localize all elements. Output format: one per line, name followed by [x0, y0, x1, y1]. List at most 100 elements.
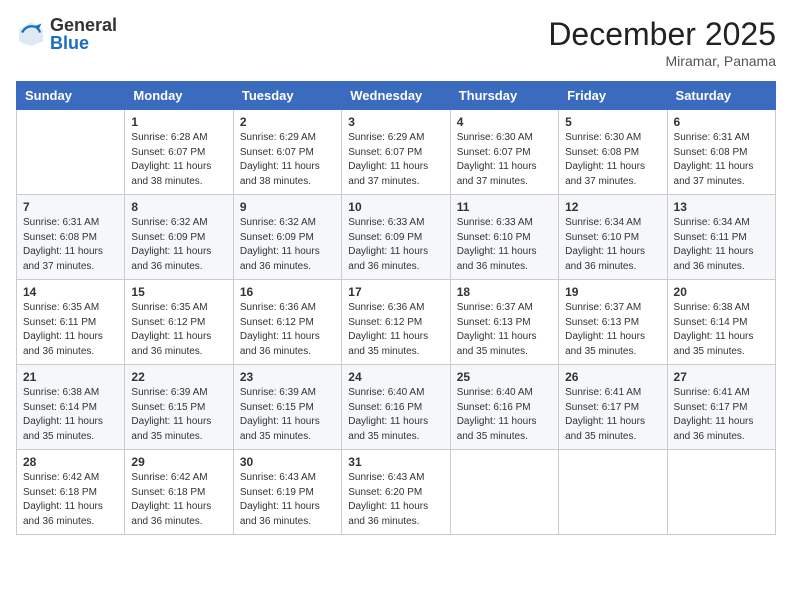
day-info: Sunrise: 6:38 AMSunset: 6:14 PMDaylight:…	[674, 301, 769, 359]
day-number: 22	[131, 370, 226, 384]
day-header-friday: Friday	[559, 82, 667, 110]
day-number: 15	[131, 285, 226, 299]
calendar-day-12: 12 Sunrise: 6:34 AMSunset: 6:10 PMDayligh…	[559, 195, 667, 280]
calendar-day-11: 11 Sunrise: 6:33 AMSunset: 6:10 PMDayligh…	[450, 195, 558, 280]
day-info: Sunrise: 6:39 AMSunset: 6:15 PMDaylight:…	[131, 386, 226, 444]
empty-cell	[559, 450, 667, 535]
day-number: 7	[23, 200, 118, 214]
calendar-day-28: 28Sunrise: 6:42 AMSunset: 6:18 PMDayligh…	[17, 450, 125, 535]
day-number: 8	[131, 200, 226, 214]
day-header-thursday: Thursday	[450, 82, 558, 110]
title-block: December 2025 Miramar, Panama	[548, 16, 776, 69]
day-number: 10	[348, 200, 443, 214]
day-info: Sunrise: 6:43 AMSunset: 6:20 PMDaylight:…	[348, 471, 443, 529]
calendar-day-1: 1Sunrise: 6:28 AMSunset: 6:07 PMDaylight…	[125, 110, 233, 195]
day-info: Sunrise: 6:42 AMSunset: 6:18 PMDaylight:…	[23, 471, 118, 529]
day-header-wednesday: Wednesday	[342, 82, 450, 110]
calendar-day-14: 14Sunrise: 6:35 AMSunset: 6:11 PMDayligh…	[17, 280, 125, 365]
calendar-day-8: 8 Sunrise: 6:32 AMSunset: 6:09 PMDaylight…	[125, 195, 233, 280]
calendar-day-6: 6 Sunrise: 6:31 AMSunset: 6:08 PMDaylight…	[667, 110, 775, 195]
calendar-day-4: 4 Sunrise: 6:30 AMSunset: 6:07 PMDaylight…	[450, 110, 558, 195]
calendar-day-22: 22 Sunrise: 6:39 AMSunset: 6:15 PMDayligh…	[125, 365, 233, 450]
day-number: 17	[348, 285, 443, 299]
day-info: Sunrise: 6:41 AMSunset: 6:17 PMDaylight:…	[674, 386, 769, 444]
day-number: 11	[457, 200, 552, 214]
day-number: 25	[457, 370, 552, 384]
day-info: Sunrise: 6:43 AMSunset: 6:19 PMDaylight:…	[240, 471, 335, 529]
day-number: 5	[565, 115, 660, 129]
calendar-week-2: 7Sunrise: 6:31 AMSunset: 6:08 PMDaylight…	[17, 195, 776, 280]
logo-icon	[16, 19, 46, 49]
logo-text: General Blue	[50, 16, 117, 52]
day-header-monday: Monday	[125, 82, 233, 110]
day-info: Sunrise: 6:34 AMSunset: 6:11 PMDaylight:…	[674, 216, 769, 274]
calendar-day-17: 17Sunrise: 6:36 AMSunset: 6:12 PMDayligh…	[342, 280, 450, 365]
day-number: 14	[23, 285, 118, 299]
empty-cell	[667, 450, 775, 535]
calendar-week-1: 1Sunrise: 6:28 AMSunset: 6:07 PMDaylight…	[17, 110, 776, 195]
day-header-sunday: Sunday	[17, 82, 125, 110]
day-number: 18	[457, 285, 552, 299]
day-number: 13	[674, 200, 769, 214]
day-info: Sunrise: 6:32 AMSunset: 6:09 PMDaylight:…	[131, 216, 226, 274]
calendar-day-2: 2Sunrise: 6:29 AMSunset: 6:07 PMDaylight…	[233, 110, 341, 195]
logo: General Blue	[16, 16, 117, 52]
day-info: Sunrise: 6:30 AMSunset: 6:07 PMDaylight:…	[457, 131, 552, 189]
day-info: Sunrise: 6:40 AMSunset: 6:16 PMDaylight:…	[348, 386, 443, 444]
day-info: Sunrise: 6:33 AMSunset: 6:09 PMDaylight:…	[348, 216, 443, 274]
calendar-week-4: 21 Sunrise: 6:38 AMSunset: 6:14 PMDayligh…	[17, 365, 776, 450]
page-header: General Blue December 2025 Miramar, Pana…	[16, 16, 776, 69]
calendar-day-3: 3Sunrise: 6:29 AMSunset: 6:07 PMDaylight…	[342, 110, 450, 195]
day-number: 30	[240, 455, 335, 469]
day-number: 4	[457, 115, 552, 129]
calendar-day-21: 21 Sunrise: 6:38 AMSunset: 6:14 PMDayligh…	[17, 365, 125, 450]
calendar-day-5: 5Sunrise: 6:30 AMSunset: 6:08 PMDaylight…	[559, 110, 667, 195]
calendar-day-7: 7Sunrise: 6:31 AMSunset: 6:08 PMDaylight…	[17, 195, 125, 280]
day-number: 12	[565, 200, 660, 214]
day-info: Sunrise: 6:39 AMSunset: 6:15 PMDaylight:…	[240, 386, 335, 444]
calendar-day-30: 30 Sunrise: 6:43 AMSunset: 6:19 PMDayligh…	[233, 450, 341, 535]
day-number: 31	[348, 455, 443, 469]
calendar-day-23: 23 Sunrise: 6:39 AMSunset: 6:15 PMDayligh…	[233, 365, 341, 450]
day-number: 19	[565, 285, 660, 299]
day-number: 23	[240, 370, 335, 384]
calendar-day-13: 13 Sunrise: 6:34 AMSunset: 6:11 PMDayligh…	[667, 195, 775, 280]
calendar-day-9: 9 Sunrise: 6:32 AMSunset: 6:09 PMDaylight…	[233, 195, 341, 280]
logo-general: General	[50, 16, 117, 34]
day-info: Sunrise: 6:38 AMSunset: 6:14 PMDaylight:…	[23, 386, 118, 444]
calendar-week-5: 28Sunrise: 6:42 AMSunset: 6:18 PMDayligh…	[17, 450, 776, 535]
day-info: Sunrise: 6:33 AMSunset: 6:10 PMDaylight:…	[457, 216, 552, 274]
empty-cell	[450, 450, 558, 535]
day-number: 20	[674, 285, 769, 299]
day-number: 9	[240, 200, 335, 214]
calendar-day-31: 31 Sunrise: 6:43 AMSunset: 6:20 PMDayligh…	[342, 450, 450, 535]
calendar-header: SundayMondayTuesdayWednesdayThursdayFrid…	[17, 82, 776, 110]
day-header-tuesday: Tuesday	[233, 82, 341, 110]
day-info: Sunrise: 6:37 AMSunset: 6:13 PMDaylight:…	[457, 301, 552, 359]
month-title: December 2025	[548, 16, 776, 53]
day-number: 3	[348, 115, 443, 129]
day-number: 2	[240, 115, 335, 129]
day-number: 24	[348, 370, 443, 384]
calendar-day-19: 19Sunrise: 6:37 AMSunset: 6:13 PMDayligh…	[559, 280, 667, 365]
calendar-day-25: 25 Sunrise: 6:40 AMSunset: 6:16 PMDayligh…	[450, 365, 558, 450]
calendar-day-10: 10 Sunrise: 6:33 AMSunset: 6:09 PMDayligh…	[342, 195, 450, 280]
day-header-saturday: Saturday	[667, 82, 775, 110]
day-info: Sunrise: 6:31 AMSunset: 6:08 PMDaylight:…	[674, 131, 769, 189]
calendar-body: 1Sunrise: 6:28 AMSunset: 6:07 PMDaylight…	[17, 110, 776, 535]
calendar-day-26: 26 Sunrise: 6:41 AMSunset: 6:17 PMDayligh…	[559, 365, 667, 450]
day-info: Sunrise: 6:32 AMSunset: 6:09 PMDaylight:…	[240, 216, 335, 274]
day-number: 6	[674, 115, 769, 129]
calendar-table: SundayMondayTuesdayWednesdayThursdayFrid…	[16, 81, 776, 535]
day-info: Sunrise: 6:35 AMSunset: 6:12 PMDaylight:…	[131, 301, 226, 359]
location-subtitle: Miramar, Panama	[548, 53, 776, 69]
day-number: 16	[240, 285, 335, 299]
day-number: 27	[674, 370, 769, 384]
day-info: Sunrise: 6:34 AMSunset: 6:10 PMDaylight:…	[565, 216, 660, 274]
day-number: 26	[565, 370, 660, 384]
day-number: 21	[23, 370, 118, 384]
day-info: Sunrise: 6:41 AMSunset: 6:17 PMDaylight:…	[565, 386, 660, 444]
calendar-day-20: 20 Sunrise: 6:38 AMSunset: 6:14 PMDayligh…	[667, 280, 775, 365]
day-info: Sunrise: 6:40 AMSunset: 6:16 PMDaylight:…	[457, 386, 552, 444]
day-info: Sunrise: 6:36 AMSunset: 6:12 PMDaylight:…	[240, 301, 335, 359]
